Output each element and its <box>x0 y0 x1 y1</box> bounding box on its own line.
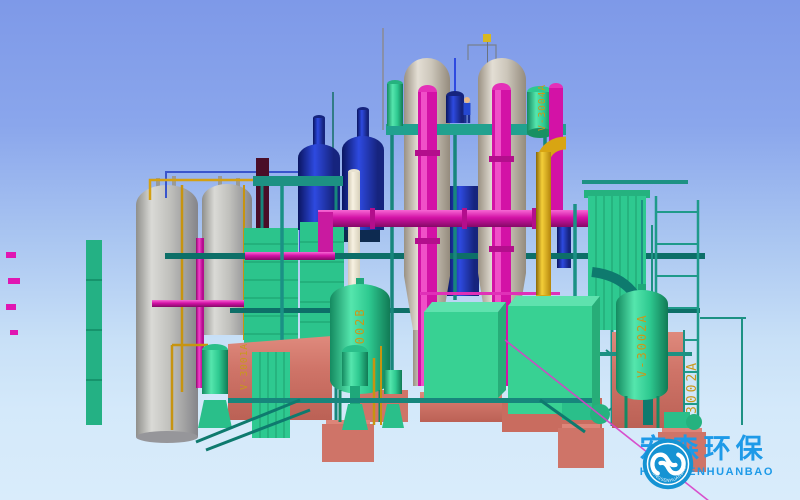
vessel-tag-3004a: V-3004A <box>537 84 548 131</box>
vessel-tag-3002a: V-3002A <box>635 313 649 378</box>
green-box-tanks <box>424 296 600 414</box>
person-figure <box>464 97 471 123</box>
plant-3d-viewport: V-3004A <box>0 0 800 500</box>
logo-mark-icon: HONGSENHUANBAO <box>640 436 696 492</box>
logo: HONGSENHUANBAO 宏森环保 HONGSENHUANBAO <box>640 436 774 478</box>
vessel-tag-left: V-3001A <box>239 343 250 390</box>
plant-3d-render: V-3004A <box>0 0 800 500</box>
vessel-tag-3002a-floating: 3002A <box>685 360 700 414</box>
